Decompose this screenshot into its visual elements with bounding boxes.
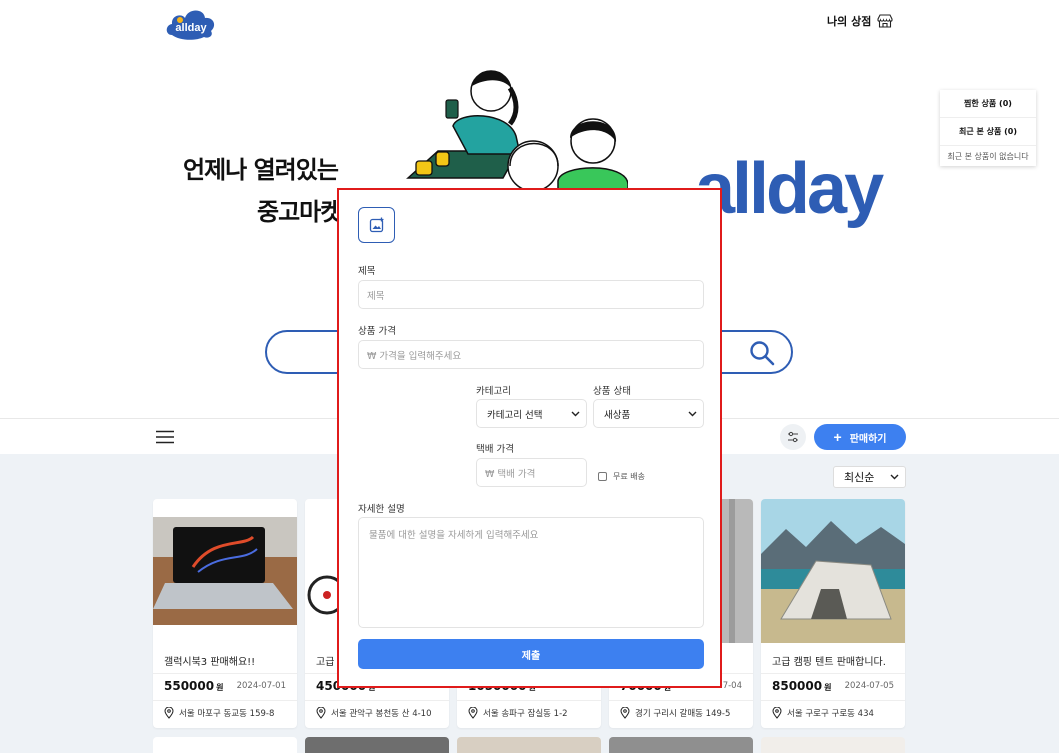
title-label: 제목 <box>358 266 376 277</box>
price-label: 상품 가격 <box>358 326 396 337</box>
category-label: 카테고리 <box>476 386 511 397</box>
free-shipping-label: 무료 배송 <box>613 472 645 481</box>
chevron-down-icon <box>890 474 899 480</box>
recent-count[interactable]: 최근 본 상품 (0) <box>940 118 1036 146</box>
free-shipping-option[interactable]: 무료 배송 <box>598 471 645 482</box>
logo[interactable]: allday <box>164 5 218 41</box>
hero-illustration <box>406 70 628 196</box>
hamburger-menu-icon[interactable] <box>156 430 174 444</box>
product-location: 서울 마포구 동교동 159-8 <box>164 707 274 719</box>
search-icon[interactable] <box>749 340 775 366</box>
description-textarea[interactable]: 물품에 대한 설명을 자세하게 입력해주세요 <box>358 517 704 628</box>
product-card[interactable]: 갤럭시북3 판매해요!! 550000 원 2024-07-01 서울 마포구 동… <box>153 499 297 728</box>
hero-brand: allday <box>695 149 884 229</box>
sell-button[interactable]: + 판매하기 <box>814 424 906 450</box>
hero-line-2: 중고마켓 <box>257 198 342 226</box>
product-card[interactable]: 고급 캠핑 텐트 판매합니다. 850000 원 2024-07-05 서울 구로… <box>761 499 905 728</box>
free-shipping-checkbox[interactable] <box>598 472 607 481</box>
product-title: 갤럭시북3 판매해요!! <box>164 657 256 668</box>
filter-button[interactable] <box>780 424 806 450</box>
location-pin-icon <box>772 707 782 719</box>
my-store-label: 나의 상점 <box>827 15 872 28</box>
my-store-link[interactable]: 나의 상점 <box>827 13 893 29</box>
product-card[interactable] <box>609 737 753 753</box>
price-input[interactable]: ₩ 가격을 입력해주세요 <box>358 340 704 369</box>
product-date: 2024-07-05 <box>844 681 894 691</box>
sell-form-modal: 제목 제목 상품 가격 ₩ 가격을 입력해주세요 카테고리 카테고리 선택 상품… <box>337 188 722 688</box>
category-select[interactable]: 카테고리 선택 <box>476 399 587 428</box>
recent-empty-text: 최근 본 상품이 없습니다 <box>947 151 1029 161</box>
product-card[interactable] <box>305 737 449 753</box>
product-date: 2024-07-01 <box>236 681 286 691</box>
product-price: 850000 원 <box>772 679 832 693</box>
product-location: 서울 관악구 봉천동 산 4-10 <box>316 707 431 719</box>
sliders-icon <box>788 431 798 443</box>
location-pin-icon <box>316 707 326 719</box>
product-card[interactable] <box>153 737 297 753</box>
location-pin-icon <box>164 707 174 719</box>
product-image-laptop <box>153 517 297 625</box>
logo-text: allday <box>175 22 207 34</box>
product-title: 고급 캠핑 텐트 판매합니다. <box>772 657 886 668</box>
store-icon <box>877 14 893 28</box>
image-upload-button[interactable] <box>358 207 395 243</box>
hero-line-1: 언제나 열려있는 <box>183 156 339 184</box>
title-input[interactable]: 제목 <box>358 280 704 309</box>
submit-button[interactable]: 제출 <box>358 639 704 669</box>
product-card[interactable] <box>761 737 905 753</box>
description-label: 자세한 설명 <box>358 504 405 515</box>
product-location: 서울 구로구 구로동 434 <box>772 707 874 719</box>
location-pin-icon <box>620 707 630 719</box>
wishlist-count[interactable]: 찜한 상품 (0) <box>940 90 1036 118</box>
chevron-down-icon <box>571 411 580 416</box>
product-card[interactable] <box>457 737 601 753</box>
condition-select[interactable]: 새상품 <box>593 399 704 428</box>
sort-select[interactable]: 최신순 <box>833 466 906 488</box>
location-pin-icon <box>468 707 478 719</box>
shipping-price-input[interactable]: ₩ 택배 가격 <box>476 458 587 487</box>
chevron-down-icon <box>688 411 697 416</box>
shipping-label: 택배 가격 <box>476 444 514 455</box>
recent-panel: 찜한 상품 (0) 최근 본 상품 (0) 최근 본 상품이 없습니다 <box>940 90 1036 166</box>
product-price: 550000 원 <box>164 679 224 693</box>
sell-button-label: 판매하기 <box>849 433 887 445</box>
plus-icon: + <box>833 429 842 445</box>
page: allday 나의 상점 찜한 상품 (0) 최근 본 상품 (0) 최근 본 … <box>0 0 1059 753</box>
condition-label: 상품 상태 <box>593 386 631 397</box>
product-image-tent <box>761 499 905 643</box>
sort-value: 최신순 <box>844 471 875 484</box>
add-image-icon <box>369 217 383 233</box>
product-location: 서울 송파구 잠실동 1-2 <box>468 707 568 719</box>
product-location: 경기 구리시 갈매동 149-5 <box>620 707 730 719</box>
